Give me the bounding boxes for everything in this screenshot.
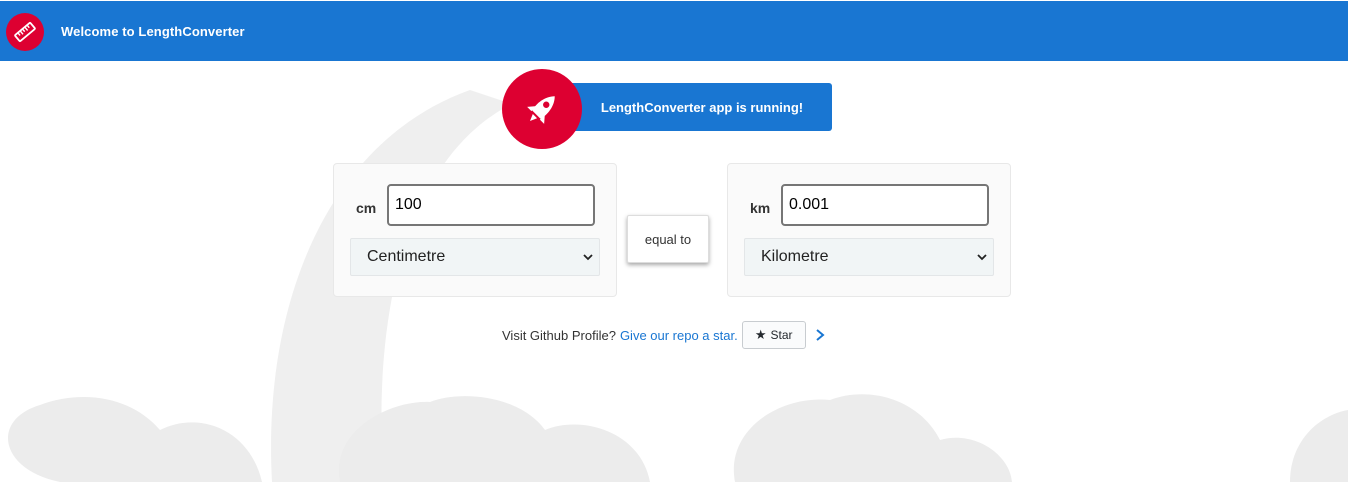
- top-toolbar: Welcome to LengthConverter: [0, 1, 1348, 61]
- github-repo-link[interactable]: Give our repo a star.: [620, 328, 738, 343]
- rocket-icon: [502, 69, 582, 149]
- from-converter-card: cm Centimetre: [333, 163, 617, 297]
- to-value-input[interactable]: [781, 184, 989, 226]
- star-label: Star: [770, 328, 793, 342]
- app-page: Welcome to LengthConverter LengthConvert…: [0, 0, 1348, 482]
- github-star-button[interactable]: ★ Star: [741, 321, 806, 349]
- chevron-right-icon[interactable]: [814, 328, 826, 342]
- equal-to-button[interactable]: equal to: [627, 215, 709, 263]
- toolbar-title: Welcome to LengthConverter: [61, 24, 245, 39]
- from-value-input[interactable]: [387, 184, 595, 226]
- from-selected-unit: Centimetre: [367, 248, 446, 265]
- chevron-down-icon: [977, 254, 987, 261]
- ruler-icon: [6, 13, 44, 51]
- from-unit-abbr: cm: [356, 200, 377, 216]
- to-unit-abbr: km: [750, 200, 771, 216]
- to-converter-card: km Kilometre: [727, 163, 1011, 297]
- star-icon: ★: [754, 327, 767, 342]
- running-banner: LengthConverter app is running!: [562, 83, 832, 131]
- banner-text: LengthConverter app is running!: [600, 99, 804, 115]
- github-promo: Visit Github Profile? Give our repo a st…: [502, 321, 826, 349]
- to-unit-select[interactable]: Kilometre: [744, 238, 994, 276]
- to-selected-unit: Kilometre: [761, 248, 829, 265]
- github-question: Visit Github Profile?: [502, 327, 616, 343]
- from-unit-select[interactable]: Centimetre: [350, 238, 600, 276]
- chevron-down-icon: [583, 254, 593, 261]
